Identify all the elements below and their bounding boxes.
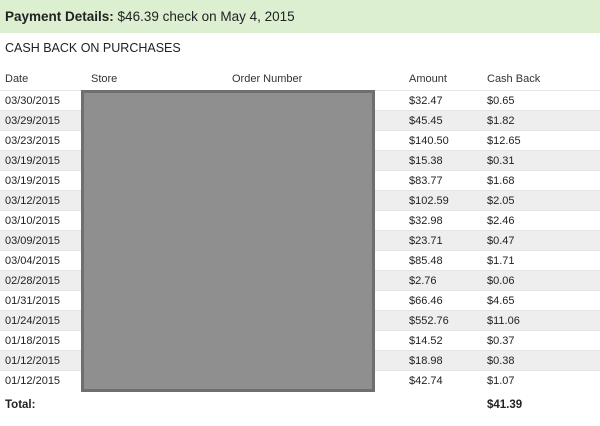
cell-cash-back: $0.38: [487, 355, 515, 367]
cell-amount: $15.38: [409, 155, 443, 167]
cell-amount: $32.47: [409, 95, 443, 107]
cell-date: 03/09/2015: [5, 235, 61, 247]
cell-amount: $85.48: [409, 255, 443, 267]
cell-date: 03/29/2015: [5, 115, 61, 127]
cell-cash-back: $0.47: [487, 235, 515, 247]
cell-date: 01/18/2015: [5, 335, 61, 347]
cell-cash-back: $0.06: [487, 275, 515, 287]
cell-amount: $45.45: [409, 115, 443, 127]
cell-amount: $102.59: [409, 195, 449, 207]
cell-cash-back: $0.65: [487, 95, 515, 107]
cell-amount: $23.71: [409, 235, 443, 247]
cell-amount: $552.76: [409, 315, 449, 327]
cell-date: 03/30/2015: [5, 95, 61, 107]
column-header-amount: Amount: [409, 73, 447, 85]
cell-amount: $140.50: [409, 135, 449, 147]
cell-date: 03/19/2015: [5, 155, 61, 167]
cell-cash-back: $1.68: [487, 175, 515, 187]
total-row: Total: $41.39: [0, 396, 600, 416]
cell-cash-back: $4.65: [487, 295, 515, 307]
cell-date: 01/12/2015: [5, 355, 61, 367]
cell-date: 03/10/2015: [5, 215, 61, 227]
cell-cash-back: $2.05: [487, 195, 515, 207]
cell-amount: $32.98: [409, 215, 443, 227]
cell-cash-back: $2.46: [487, 215, 515, 227]
cell-cash-back: $1.71: [487, 255, 515, 267]
cell-date: 02/28/2015: [5, 275, 61, 287]
cell-cash-back: $11.06: [487, 315, 520, 327]
cell-cash-back: $0.31: [487, 155, 515, 167]
total-value: $41.39: [487, 399, 523, 411]
payment-details-banner: Payment Details: $46.39 check on May 4, …: [0, 0, 600, 33]
cell-amount: $14.52: [409, 335, 443, 347]
cell-date: 01/31/2015: [5, 295, 61, 307]
cell-date: 01/24/2015: [5, 315, 61, 327]
total-label: Total:: [5, 399, 36, 411]
cell-cash-back: $1.07: [487, 375, 515, 387]
redacted-store-order-block: [81, 90, 375, 392]
section-title: CASH BACK ON PURCHASES: [5, 41, 181, 55]
cell-amount: $66.46: [409, 295, 443, 307]
cell-amount: $42.74: [409, 375, 443, 387]
payment-details-text: $46.39 check on May 4, 2015: [113, 9, 295, 24]
payment-details-label: Payment Details:: [5, 9, 114, 24]
cell-date: 03/04/2015: [5, 255, 61, 267]
column-header-date: Date: [5, 73, 29, 85]
cell-date: 03/23/2015: [5, 135, 61, 147]
cell-amount: $83.77: [409, 175, 443, 187]
cell-cash-back: $12.65: [487, 135, 521, 147]
column-header-store: Store: [91, 73, 118, 85]
table-header: Date Store Order Number Amount Cash Back: [0, 70, 600, 88]
column-header-cash-back: Cash Back: [487, 73, 541, 85]
cell-date: 03/12/2015: [5, 195, 61, 207]
column-header-order-number: Order Number: [232, 73, 303, 85]
cell-date: 03/19/2015: [5, 175, 61, 187]
cell-amount: $2.76: [409, 275, 437, 287]
cell-date: 01/12/2015: [5, 375, 61, 387]
cell-cash-back: $0.37: [487, 335, 515, 347]
cell-cash-back: $1.82: [487, 115, 515, 127]
cell-amount: $18.98: [409, 355, 443, 367]
